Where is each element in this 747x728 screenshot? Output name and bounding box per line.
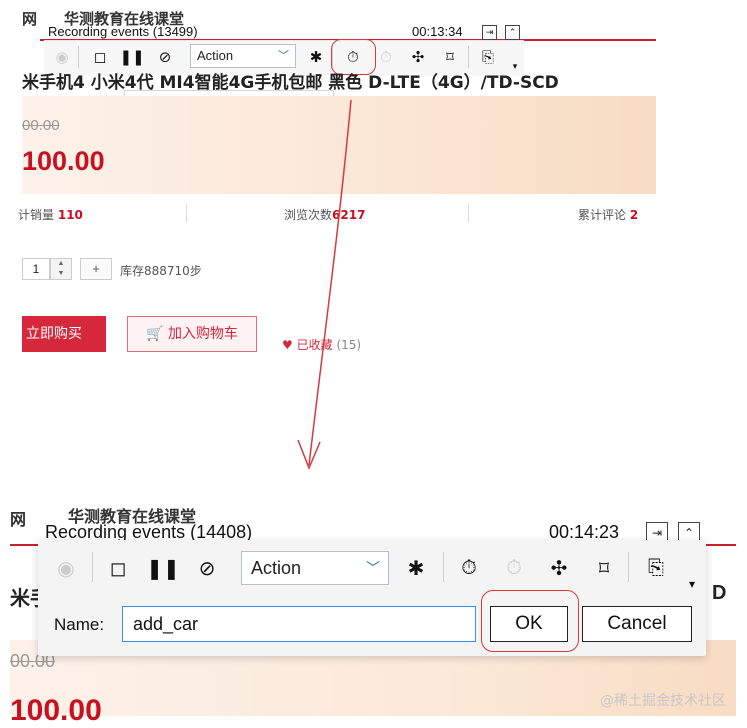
transaction-name-input[interactable]: add_car [122,606,476,642]
pause-icon[interactable]: ❚❚ [146,552,180,584]
stat-divider [186,204,187,222]
stop-icon[interactable]: ◻ [102,552,134,584]
action-select[interactable]: Action ﹀ [190,44,296,68]
views-stat: 浏览次数6217 [284,208,366,222]
cancel-button[interactable]: Cancel [582,606,692,642]
create-checkpoint-icon[interactable]: ⎘ [476,45,500,69]
site-logo: 网 [10,510,27,529]
collapse-toolbar-button[interactable]: ⌃ [505,25,520,40]
recording-timer: 00:13:34 [412,24,463,39]
chevron-down-icon: ﹀ [278,50,289,62]
current-price: 100.00 [10,694,102,727]
insert-comment-icon[interactable]: ⌑ [588,552,620,584]
current-price: 100.00 [22,146,105,176]
insert-rendezvous-icon[interactable]: ✱ [400,552,432,584]
disable-capture-icon[interactable]: ⊘ [191,552,223,584]
quantity-plus-button[interactable]: + [80,258,112,280]
action-select-value: Action [197,48,234,63]
action-select-value: Action [251,558,302,578]
product-stats: 计销量 110 浏览次数6217 累计评论 2 [18,200,654,228]
insert-comment-icon[interactable]: ⌑ [438,45,462,69]
reviews-stat: 累计评论 2 [578,208,639,222]
heart-icon: ♥ [282,338,293,352]
end-transaction-icon[interactable]: ⏱ [374,45,398,69]
toolbar-separator [443,552,444,582]
record-icon[interactable]: ◉ [50,552,82,584]
chevron-down-icon: ﹀ [366,560,380,576]
pause-icon[interactable]: ❚❚ [119,45,144,69]
favorite-label: 已收藏 [296,338,333,352]
record-icon[interactable]: ◉ [50,45,74,69]
buy-now-button[interactable]: 立即购买 [22,316,106,352]
sales-stat: 计销量 110 [18,208,83,222]
watermark: @稀土掘金技术社区 [600,693,726,709]
product-title-fragment: D [712,582,727,604]
toolbar-separator [628,552,629,582]
favorite-count: (15) [336,338,362,352]
name-label: Name: [54,615,105,634]
toolbar-separator [468,46,469,68]
stock-label: 库存888710步 [120,264,202,278]
original-price: 00.00 [22,117,60,134]
stop-icon[interactable]: ◻ [88,45,112,69]
site-logo: 网 [22,10,38,28]
insert-rendezvous-icon[interactable]: ✱ [304,45,328,69]
price-panel [22,96,656,194]
add-to-cart-label: 加入购物车 [167,326,238,342]
favorite-toggle[interactable]: ♥ 已收藏 (15) [282,336,361,353]
recording-title: Recording events (13499) [48,24,198,39]
more-icon[interactable]: ▾ [676,568,708,600]
pin-window-button[interactable]: ⇥ [482,25,497,40]
quantity-stepper[interactable]: ▲ ▼ [50,258,72,280]
action-select[interactable]: Action ﹀ [241,551,389,585]
toolbar-separator [92,552,93,582]
insert-step-icon[interactable]: ✣ [543,552,575,584]
insert-step-icon[interactable]: ✣ [406,45,430,69]
start-transaction-icon[interactable]: ⏱ [453,552,485,584]
create-checkpoint-icon[interactable]: ⎘ [640,552,672,584]
cart-icon: 🛒 [146,326,164,342]
stat-divider [468,204,469,222]
disable-capture-icon[interactable]: ⊘ [153,45,177,69]
ok-button-highlight [481,590,579,652]
quantity-input[interactable]: 1 [22,258,50,280]
toolbar-separator [78,46,79,68]
add-to-cart-button[interactable]: 🛒 加入购物车 [127,316,257,352]
end-transaction-icon[interactable]: ⏱ [498,552,530,584]
product-title: 米手机4 小米4代 MI4智能4G手机包邮 黑色 D-LTE（4G）/TD-SC… [22,73,559,93]
